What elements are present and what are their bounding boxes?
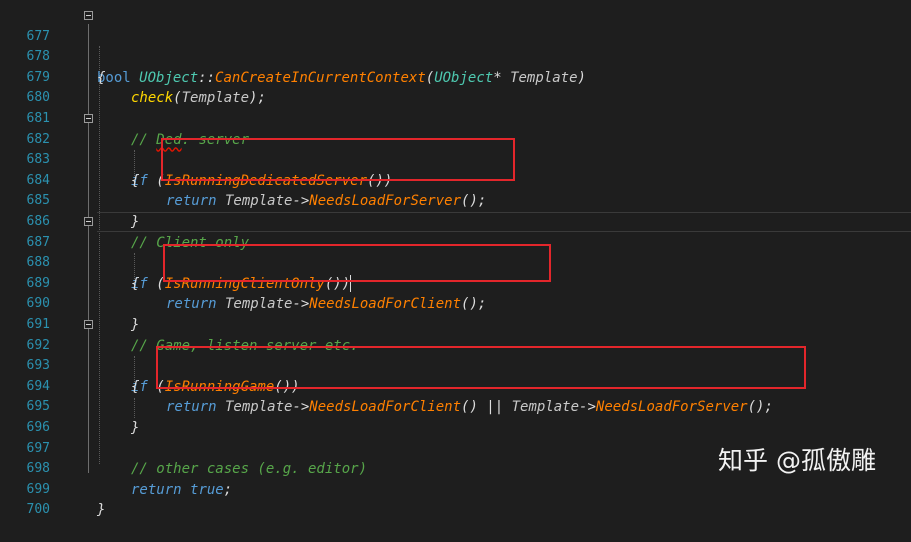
line-number: 700: [26, 502, 50, 518]
highlight-box-client: [163, 244, 551, 282]
code-line-692[interactable]: 692 if (IsRunningGame()): [0, 315, 911, 395]
code-text: }: [97, 502, 106, 519]
code-line-700[interactable]: 700: [0, 480, 911, 517]
code-line-686[interactable]: 686 // Client only: [0, 191, 911, 251]
code-line-682[interactable]: 682 if (IsRunningDedicatedServer()): [0, 109, 911, 189]
zhihu-watermark: 知乎 @孤傲雕: [718, 446, 876, 475]
fold-toggle-icon[interactable]: [84, 11, 93, 20]
code-line-678[interactable]: 678 {: [0, 27, 911, 86]
fold-toggle-icon[interactable]: [84, 217, 93, 226]
code-line-687[interactable]: 687 if (IsRunningClientOnly()): [0, 212, 911, 293]
highlight-box-game: [156, 346, 806, 389]
code-line-677[interactable]: 677 bool UObject::CanCreateInCurrentCont…: [0, 6, 911, 86]
code-line-680[interactable]: 680: [0, 68, 911, 105]
fold-toggle-icon[interactable]: [84, 320, 93, 329]
code-line-679[interactable]: 679 check(Template);: [0, 47, 911, 107]
code-line-681[interactable]: 681 // Ded. server: [0, 88, 911, 148]
code-editor[interactable]: 677 bool UObject::CanCreateInCurrentCont…: [0, 0, 911, 518]
code-line-691[interactable]: 691 // Game, listen server etc.: [0, 294, 911, 354]
code-line-697[interactable]: 697 // other cases (e.g. editor): [0, 418, 911, 478]
highlight-box-server: [161, 138, 515, 181]
code-line-696[interactable]: 696: [0, 397, 911, 435]
fold-toggle-icon[interactable]: [84, 114, 93, 123]
